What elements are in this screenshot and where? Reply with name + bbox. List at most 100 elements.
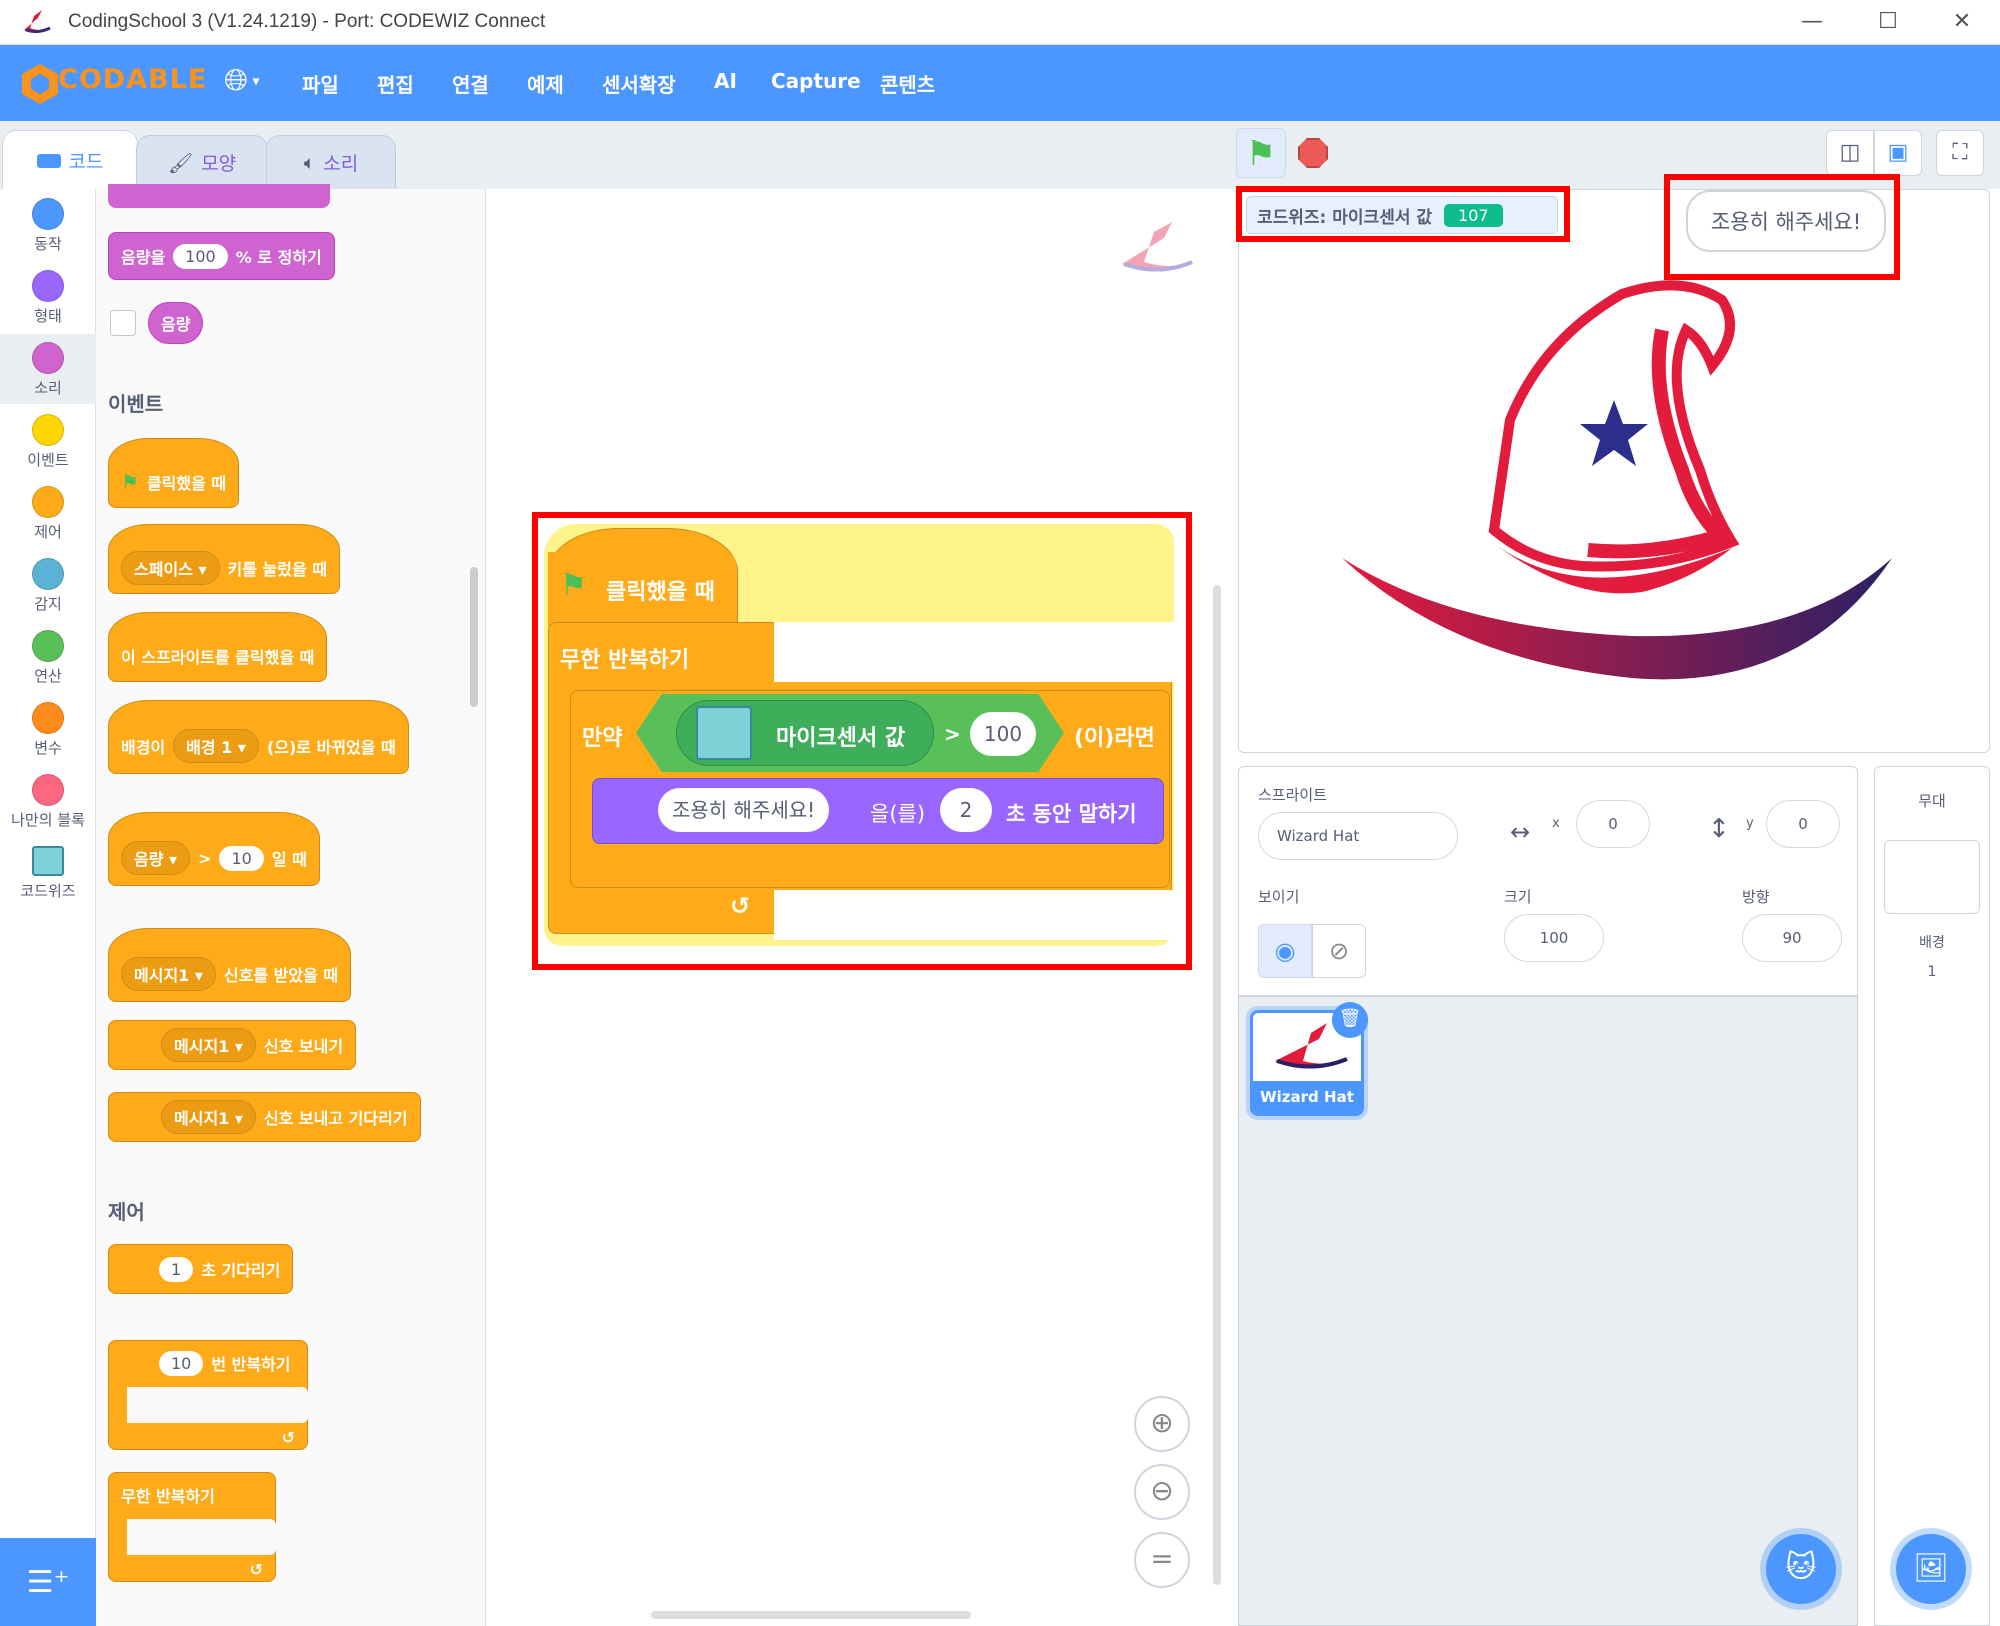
tab-code[interactable]: 코드: [2, 130, 138, 190]
show-sprite-button[interactable]: ◉: [1258, 924, 1312, 978]
choose-backdrop-button[interactable]: 🖼︎: [1896, 1534, 1966, 1604]
choose-sprite-button[interactable]: 🐱︎: [1766, 1534, 1836, 1604]
minimize-button[interactable]: —: [1792, 6, 1832, 38]
message-dropdown[interactable]: 메시지1 ▾: [121, 957, 216, 991]
category-looks[interactable]: 형태: [0, 270, 96, 326]
category-label: 형태: [34, 307, 62, 325]
stage-thumbnail[interactable]: [1884, 840, 1980, 914]
size-value: 100: [1539, 929, 1569, 947]
broadcast-and-wait-block[interactable]: 메시지1 ▾ 신호 보내고 기다리기: [108, 1092, 421, 1142]
category-sensing[interactable]: 감지: [0, 558, 96, 614]
size-input[interactable]: 100: [1504, 914, 1604, 962]
codewiz-board-icon: [32, 846, 64, 876]
set-volume-block[interactable]: 음량을 100 % 로 정하기: [108, 232, 335, 280]
category-codewiz[interactable]: 코드위즈: [0, 846, 96, 901]
block-text: 무한 반복하기: [121, 1487, 215, 1506]
tab-sound-label: 소리: [323, 153, 359, 175]
volume-reporter-block[interactable]: 음량: [148, 302, 204, 344]
menu-contents[interactable]: 콘텐츠: [880, 69, 935, 98]
category-sound[interactable]: 소리: [0, 342, 96, 398]
palette-partial-block: [108, 184, 330, 208]
broadcast-block[interactable]: 메시지1 ▾ 신호 보내기: [108, 1020, 357, 1070]
category-label: 나만의 블록: [11, 811, 85, 829]
when-sprite-clicked-block[interactable]: 이 스프라이트를 클릭했을 때: [108, 612, 328, 682]
when-greater-than-block[interactable]: 음량 ▾ >10 일 때: [108, 812, 320, 886]
y-arrows-icon: ↕: [1708, 814, 1730, 844]
category-operators[interactable]: 연산: [0, 630, 96, 686]
loop-arrow-icon: ↺: [249, 1560, 263, 1579]
sensor-dropdown[interactable]: 음량 ▾: [121, 841, 191, 875]
close-button[interactable]: ✕: [1942, 6, 1982, 38]
when-i-receive-block[interactable]: 메시지1 ▾ 신호를 받았을 때: [108, 928, 352, 1002]
category-label: 제어: [34, 523, 62, 541]
menu-edit[interactable]: 편집: [377, 69, 414, 98]
monitor-highlight-box: [1236, 186, 1570, 242]
show-label: 보이기: [1258, 888, 1300, 906]
add-extension-icon: ☰⁺: [26, 1564, 70, 1600]
menu-sensor-extension[interactable]: 센서확장: [602, 69, 676, 98]
control-section-title: 제어: [108, 1200, 145, 1224]
category-events[interactable]: 이벤트: [0, 414, 96, 470]
y-input[interactable]: 0: [1766, 800, 1840, 848]
x-input[interactable]: 0: [1576, 800, 1650, 848]
small-stage-button[interactable]: ◫: [1826, 130, 1874, 176]
menu-connect[interactable]: 연결: [452, 69, 489, 98]
tab-sound[interactable]: 🔈︎ 소리: [266, 135, 396, 189]
maximize-button[interactable]: ☐: [1868, 6, 1908, 38]
message-dropdown[interactable]: 메시지1 ▾: [161, 1028, 256, 1062]
language-globe-icon[interactable]: 🌐︎ ▾: [224, 63, 259, 98]
delete-sprite-button[interactable]: 🗑︎: [1332, 1002, 1368, 1038]
forever-block[interactable]: 무한 반복하기 ↺: [108, 1472, 276, 1582]
sprite-thumbnail-label: Wizard Hat: [1253, 1081, 1361, 1113]
normal-stage-button[interactable]: ▣: [1874, 130, 1922, 176]
when-key-pressed-block[interactable]: 스페이스 ▾ 키를 눌렀을 때: [108, 524, 340, 594]
zoom-in-button[interactable]: ⊕: [1134, 1396, 1190, 1452]
tab-code-label: 코드: [68, 151, 104, 173]
y-label: y: [1746, 816, 1754, 831]
message-dropdown[interactable]: 메시지1 ▾: [161, 1100, 256, 1134]
zoom-out-button[interactable]: ⊖: [1134, 1464, 1190, 1520]
green-flag-button[interactable]: ⚑: [1236, 128, 1286, 178]
category-variables[interactable]: 변수: [0, 702, 96, 758]
script-vertical-scrollbar[interactable]: [1213, 585, 1221, 1585]
fullscreen-button[interactable]: ⛶: [1936, 130, 1984, 176]
menu-bar: CODABLE 🌐︎ ▾ 파일 편집 연결 예제 센서확장 AI Capture…: [0, 45, 2000, 121]
seconds-input[interactable]: 1: [159, 1256, 194, 1282]
volume-monitor-checkbox[interactable]: [110, 310, 136, 336]
wait-block[interactable]: 1 초 기다리기: [108, 1244, 294, 1294]
key-dropdown[interactable]: 스페이스 ▾: [121, 551, 220, 585]
add-extension-button[interactable]: ☰⁺: [0, 1538, 96, 1626]
category-my-blocks[interactable]: 나만의 블록: [0, 774, 96, 830]
dropdown-value: 스페이스: [134, 560, 193, 579]
app-icon: [24, 10, 51, 34]
menu-file[interactable]: 파일: [302, 69, 339, 98]
category-dot-icon: [32, 486, 64, 518]
palette-scrollbar[interactable]: [470, 567, 478, 707]
repeat-count-input[interactable]: 10: [159, 1351, 204, 1376]
category-dot-icon: [32, 270, 64, 302]
when-flag-clicked-block[interactable]: ⚑ 클릭했을 때: [108, 438, 240, 508]
block-text: (으)로 바뀌었을 때: [266, 738, 396, 757]
menu-capture[interactable]: Capture: [771, 69, 861, 93]
tab-costume[interactable]: 🖌︎ 모양: [136, 135, 268, 189]
category-control[interactable]: 제어: [0, 486, 96, 542]
threshold-input[interactable]: 10: [219, 845, 264, 871]
green-flag-icon: ⚑: [121, 470, 139, 494]
category-label: 변수: [34, 739, 62, 757]
zoom-reset-button[interactable]: =: [1134, 1532, 1190, 1588]
backdrops-label: 배경: [1919, 935, 1945, 951]
backdrop-dropdown[interactable]: 배경 1 ▾: [173, 729, 259, 763]
wizard-hat-sprite[interactable]: [1332, 280, 1892, 680]
hide-sprite-button[interactable]: ⊘: [1312, 924, 1366, 978]
events-section-title: 이벤트: [108, 392, 164, 416]
script-horizontal-scrollbar[interactable]: [651, 1611, 971, 1619]
menu-ai[interactable]: AI: [714, 69, 737, 93]
stop-button[interactable]: [1298, 138, 1328, 168]
direction-input[interactable]: 90: [1742, 914, 1842, 962]
volume-input[interactable]: 100: [173, 243, 228, 269]
repeat-block[interactable]: 10 번 반복하기 ↺: [108, 1340, 308, 1450]
category-motion[interactable]: 동작: [0, 198, 96, 254]
sprite-name-input[interactable]: Wizard Hat: [1258, 812, 1458, 860]
menu-examples[interactable]: 예제: [527, 69, 564, 98]
when-backdrop-switches-block[interactable]: 배경이 배경 1 ▾ (으)로 바뀌었을 때: [108, 700, 409, 774]
